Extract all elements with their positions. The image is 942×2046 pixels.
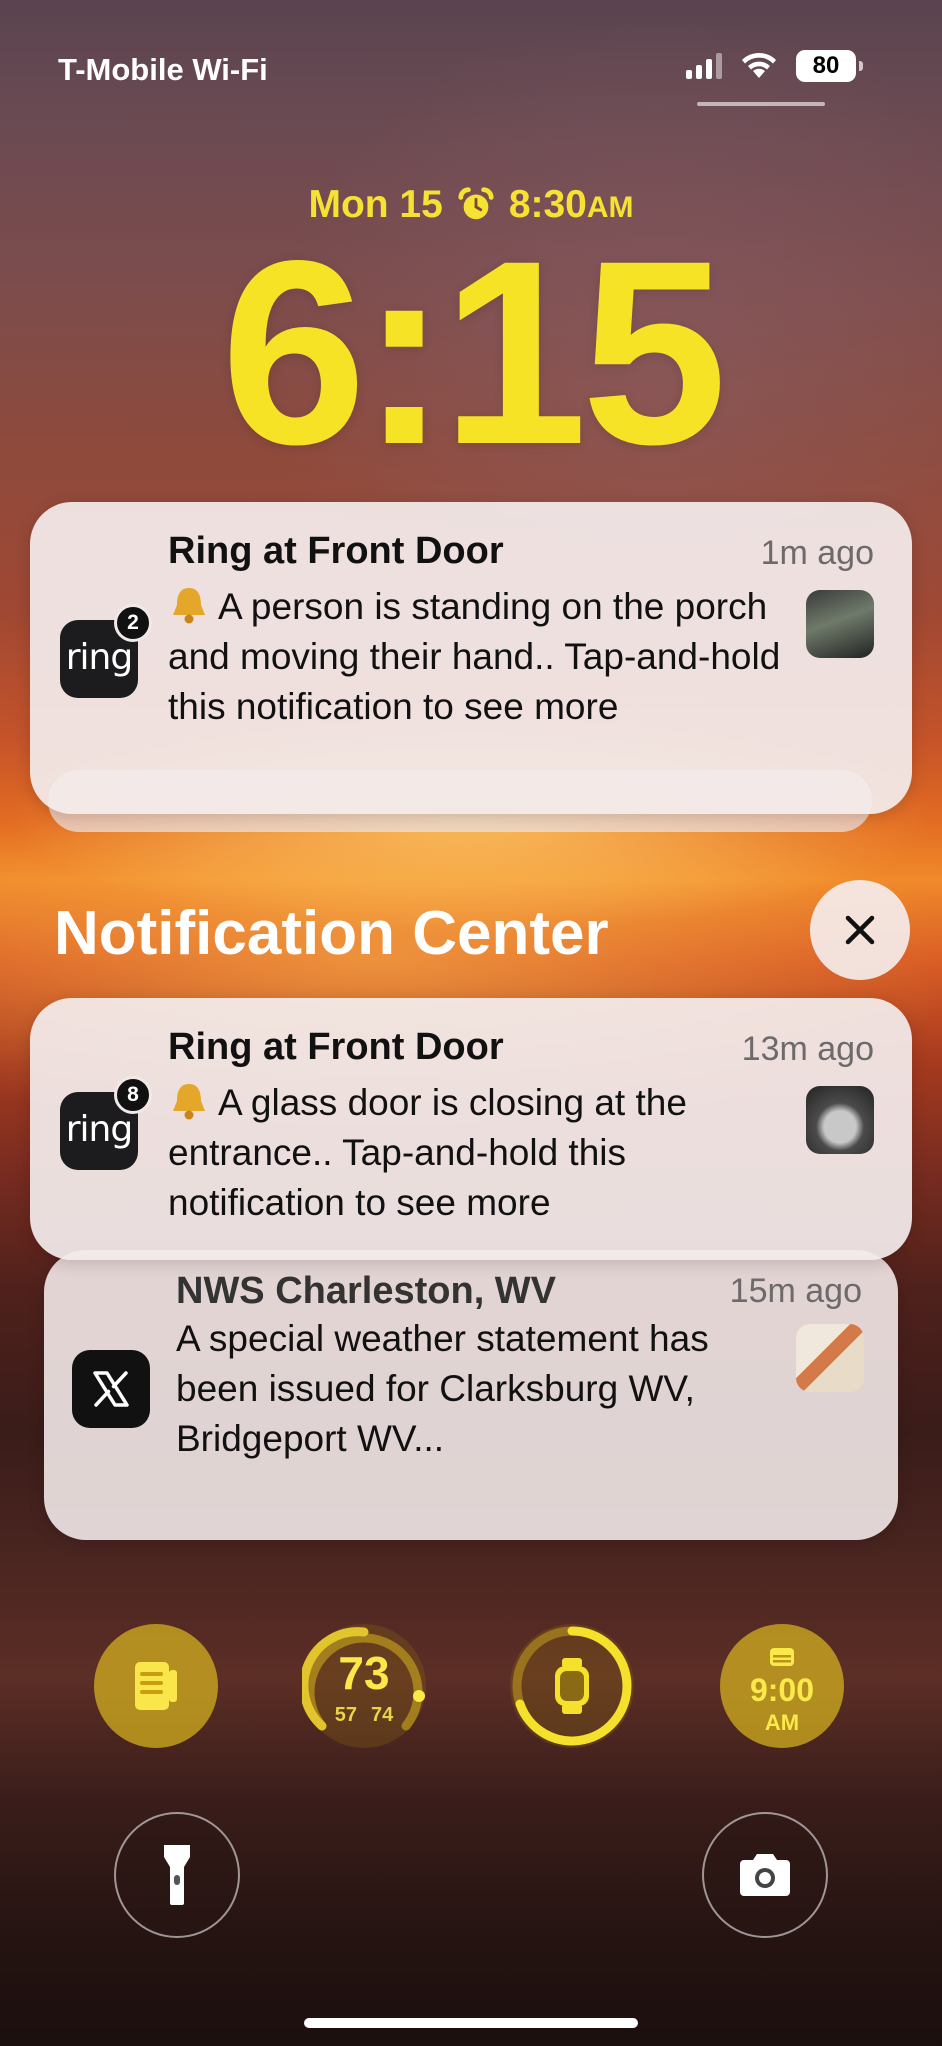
x-app-icon [72, 1350, 150, 1428]
wifi-icon [742, 52, 776, 78]
temp-low: 57 [334, 1704, 357, 1726]
notification-time: 1m ago [760, 534, 874, 572]
notification-ring-front-door-1[interactable]: ring 2 Ring at Front Door 1m ago A perso… [30, 502, 912, 814]
alarm-widget[interactable]: 9:00 AM [720, 1624, 844, 1748]
alarm-calendar-icon [770, 1648, 794, 1666]
next-alarm-ampm: AM [764, 1710, 800, 1735]
clear-notifications-button[interactable] [810, 880, 910, 980]
next-alarm-time: 9:00 [749, 1672, 815, 1708]
ring-logo-text: ring [65, 1108, 133, 1150]
home-indicator[interactable] [304, 2018, 638, 2028]
flashlight-button[interactable] [114, 1812, 240, 1938]
ring-app-icon: ring 2 [60, 604, 152, 698]
weather-widget[interactable]: 73 57 74 [302, 1624, 426, 1748]
x-logo-icon [93, 1371, 129, 1407]
notification-count-badge: 2 [114, 604, 152, 642]
temperature-range: 57 74 [302, 1704, 426, 1727]
battery-icon: 80 [796, 50, 863, 82]
control-center-grabber[interactable] [697, 102, 825, 106]
cellular-signal-icon [686, 53, 722, 79]
bell-icon [173, 1084, 205, 1120]
lock-clock: 6:15 [220, 206, 727, 499]
notes-widget[interactable] [94, 1624, 218, 1748]
bell-icon [173, 588, 205, 624]
watch-battery-ring [512, 1626, 632, 1746]
notification-body-text: A glass door is closing at the entrance.… [168, 1082, 687, 1223]
carrier-label: T-Mobile Wi-Fi [58, 52, 268, 87]
camera-snapshot-thumbnail [806, 1086, 874, 1154]
notification-center-title: Notification Center [54, 899, 609, 968]
notification-ring-front-door-2[interactable]: ring 8 Ring at Front Door 13m ago A glas… [30, 998, 912, 1260]
notification-title: NWS Charleston, WV [176, 1270, 557, 1312]
notification-count-badge: 8 [114, 1076, 152, 1114]
flashlight-icon [164, 1845, 190, 1905]
camera-snapshot-thumbnail [806, 590, 874, 658]
notification-x-nws[interactable]: NWS Charleston, WV 15m ago A special wea… [44, 1250, 898, 1540]
status-icons: 80 [686, 50, 863, 82]
notification-time: 15m ago [729, 1272, 862, 1310]
watch-battery-widget[interactable] [510, 1624, 634, 1748]
notification-time: 13m ago [741, 1030, 874, 1068]
camera-button[interactable] [702, 1812, 828, 1938]
notification-body: A person is standing on the porch and mo… [168, 582, 788, 732]
close-icon [845, 915, 875, 945]
weather-map-thumbnail [796, 1324, 864, 1392]
camera-icon [740, 1854, 790, 1896]
notification-body: A glass door is closing at the entrance.… [168, 1078, 788, 1228]
notes-icon [135, 1662, 177, 1710]
temp-high: 74 [371, 1704, 394, 1726]
notification-body: A special weather statement has been iss… [176, 1318, 709, 1459]
notification-title: Ring at Front Door [168, 1026, 504, 1068]
notification-title: Ring at Front Door [168, 530, 504, 572]
ring-logo-text: ring [65, 636, 133, 678]
ring-app-icon: ring 8 [60, 1076, 152, 1170]
current-temperature: 73 [338, 1647, 390, 1699]
notification-body-text: A person is standing on the porch and mo… [168, 586, 781, 727]
